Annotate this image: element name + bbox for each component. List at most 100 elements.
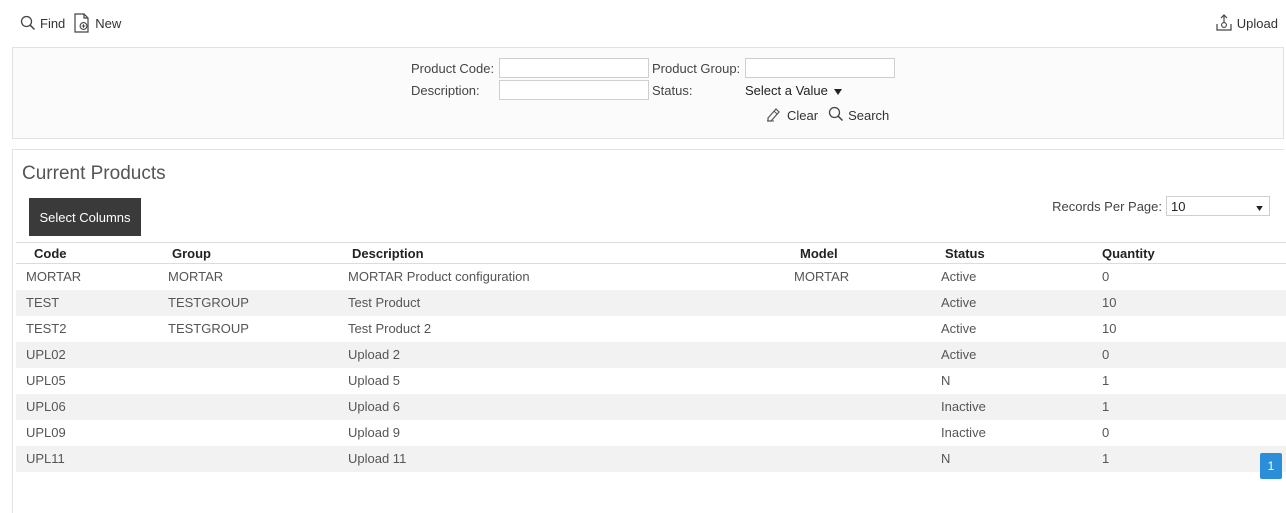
search-icon [20, 15, 36, 31]
cell-code: MORTAR [26, 269, 82, 285]
cell-quantity: 1 [1086, 393, 1286, 420]
cell-description: Upload 5 [348, 373, 401, 388]
product-code-label: Product Code: [411, 60, 495, 76]
cell-status: Inactive [941, 425, 986, 440]
table-header-row: Code Group Description Model Status Quan… [16, 242, 1286, 264]
table-row[interactable]: TEST2 TESTGROUP Test Product 2 Active 10 [16, 316, 1286, 342]
find-label: Find [40, 15, 66, 31]
caret-down-icon [1256, 199, 1263, 214]
status-label: Status: [652, 82, 693, 98]
column-header-quantity[interactable]: Quantity [1086, 242, 1286, 264]
cell-status: N [941, 373, 951, 388]
table-row[interactable]: UPL09 Upload 9 Inactive 0 [16, 420, 1286, 446]
cell-code: TEST [16, 289, 156, 316]
cell-code: UPL11 [16, 445, 156, 472]
caret-down-icon [833, 83, 842, 98]
cell-group: TESTGROUP [168, 321, 249, 336]
cell-description: Upload 11 [336, 445, 784, 472]
top-toolbar: Find New Upload [0, 0, 1286, 46]
search-label: Search [848, 108, 890, 123]
cell-model [784, 316, 929, 342]
cell-model: MORTAR [794, 269, 850, 285]
column-header-status[interactable]: Status [929, 242, 1086, 264]
toolbar-left: Find New [20, 13, 121, 33]
cell-description: Test Product [336, 289, 784, 316]
section-title: Current Products [22, 163, 166, 184]
new-document-icon [73, 13, 91, 33]
toolbar-right: Upload [1215, 14, 1278, 32]
cell-quantity: 10 [1102, 321, 1117, 336]
filter-panel: Product Code: Product Group: Description… [12, 47, 1284, 139]
current-products-panel: Current Products Select Columns Records … [12, 149, 1286, 513]
cell-status: Active [941, 321, 977, 336]
cell-status: Active [929, 289, 1086, 316]
upload-button[interactable]: Upload [1215, 14, 1278, 32]
description-label: Description: [411, 82, 480, 98]
search-icon [828, 106, 844, 125]
records-per-page-value: 10 [1171, 198, 1186, 214]
cell-description: Upload 2 [336, 341, 784, 368]
status-select-value: Select a Value [745, 82, 828, 98]
cell-quantity: 0 [1102, 269, 1110, 285]
column-header-group[interactable]: Group [156, 242, 336, 264]
cell-model [784, 368, 929, 394]
cell-model [784, 341, 929, 368]
cell-group [156, 420, 336, 446]
records-per-page-select[interactable]: 10 [1166, 196, 1270, 216]
records-per-page: Records Per Page: 10 [1052, 196, 1270, 216]
product-code-input[interactable] [499, 58, 649, 78]
select-columns-button[interactable]: Select Columns [29, 198, 141, 236]
product-group-input[interactable] [745, 58, 895, 78]
cell-group: MORTAR [168, 269, 224, 285]
cell-quantity: 10 [1086, 289, 1286, 316]
new-label: New [95, 15, 122, 31]
upload-label: Upload [1236, 15, 1278, 31]
cell-code: UPL06 [16, 393, 156, 420]
cell-model [784, 445, 929, 472]
cell-quantity: 1 [1102, 373, 1110, 388]
table-row[interactable]: UPL06 Upload 6 Inactive 1 [16, 393, 1286, 420]
search-button[interactable]: Search [828, 106, 889, 125]
table-row[interactable]: TEST TESTGROUP Test Product Active 10 [16, 289, 1286, 316]
status-select[interactable]: Select a Value [745, 80, 895, 100]
table-row[interactable]: UPL05 Upload 5 N 1 [16, 368, 1286, 394]
table-row[interactable]: UPL11 Upload 11 N 1 [16, 445, 1286, 472]
cell-model [784, 393, 929, 420]
cell-description: Upload 6 [336, 393, 784, 420]
column-header-description[interactable]: Description [336, 242, 784, 264]
pagination-page-1[interactable]: 1 [1260, 453, 1282, 479]
cell-status: N [929, 445, 1086, 472]
filter-actions: Clear Search [765, 106, 889, 125]
find-button[interactable]: Find [20, 15, 65, 31]
table-row[interactable]: UPL02 Upload 2 Active 0 [16, 341, 1286, 368]
cell-model [784, 289, 929, 316]
cell-group [156, 341, 336, 368]
cell-model [784, 420, 929, 446]
upload-icon [1215, 14, 1233, 32]
cell-description: Upload 9 [348, 425, 401, 440]
cell-code: UPL02 [16, 341, 156, 368]
product-group-label: Product Group: [652, 60, 741, 76]
column-header-code[interactable]: Code [16, 242, 156, 264]
cell-group [156, 445, 336, 472]
description-input[interactable] [499, 80, 649, 100]
cell-description: Test Product 2 [348, 321, 432, 336]
column-header-model[interactable]: Model [784, 242, 929, 264]
new-button[interactable]: New [73, 13, 121, 33]
cell-description: MORTAR Product configuration [348, 269, 530, 285]
products-table: Code Group Description Model Status Quan… [16, 242, 1286, 472]
filter-form: Product Code: Product Group: Description… [411, 58, 895, 100]
records-per-page-label: Records Per Page: [1052, 198, 1162, 214]
eraser-icon [765, 106, 783, 125]
clear-label: Clear [787, 108, 819, 123]
cell-status: Active [929, 341, 1086, 368]
cell-code: UPL05 [26, 373, 66, 388]
cell-code: UPL09 [26, 425, 66, 440]
cell-quantity: 1 [1086, 445, 1286, 472]
cell-status: Active [941, 269, 977, 285]
clear-button[interactable]: Clear [765, 106, 818, 125]
table-row[interactable]: MORTAR MORTAR MORTAR Product configurati… [16, 264, 1286, 290]
cell-group [156, 368, 336, 394]
cell-code: TEST2 [26, 321, 67, 336]
cell-group: TESTGROUP [156, 289, 336, 316]
